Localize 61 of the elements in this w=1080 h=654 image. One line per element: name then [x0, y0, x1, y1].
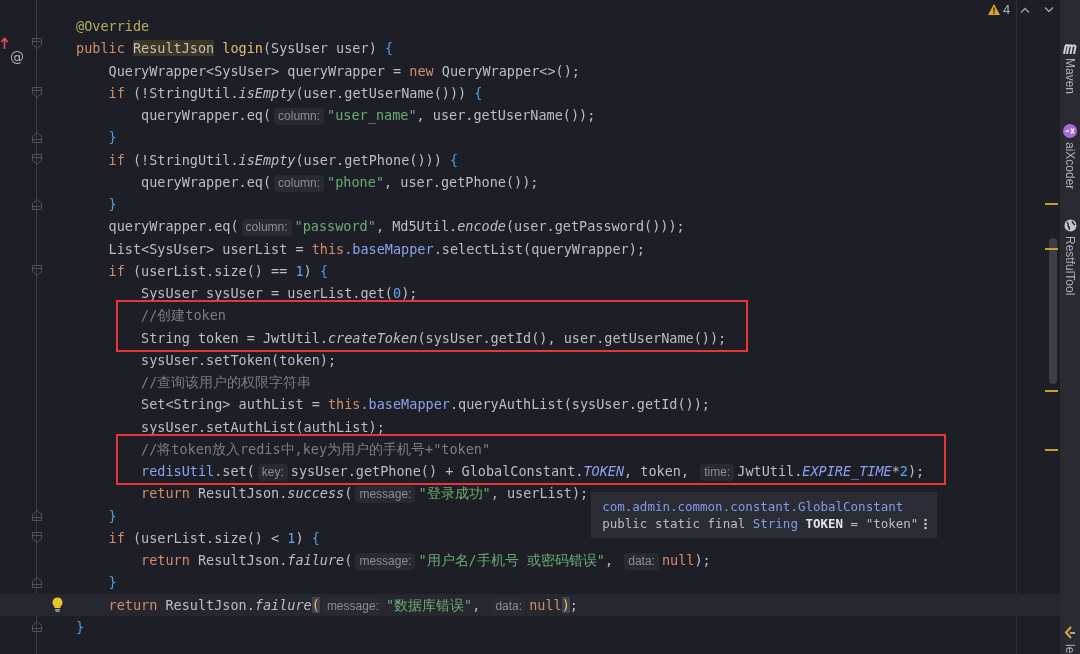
code-line: } — [107, 195, 117, 214]
warning-marker[interactable] — [1045, 248, 1058, 250]
fold-icon[interactable] — [32, 532, 42, 544]
code-line: } — [107, 573, 117, 593]
chevron-down-icon[interactable] — [1044, 6, 1055, 13]
unfold-icon[interactable] — [32, 621, 42, 633]
scrollbar-thumb[interactable] — [1049, 238, 1057, 384]
fold-icon[interactable] — [32, 37, 42, 49]
code-line: List<SysUser> userList = this.baseMapper.selectList(queryWrapper); — [107, 239, 645, 259]
tool-window-tab[interactable]: aiXcoder — [1063, 142, 1077, 190]
code-line: //创建token — [140, 306, 226, 326]
tool-window-tab[interactable]: le — [1063, 643, 1077, 653]
code-line: public ResultJson login(SysUser user) { — [76, 39, 394, 59]
unfold-icon[interactable] — [32, 131, 42, 143]
declaration-text: public static final String TOKEN = "token" — [602, 515, 919, 533]
code-line: sysUser.setAuthList(authList); — [140, 417, 385, 437]
code-line: if (!StringUtil.isEmpty(user.getPhone())) { — [107, 150, 459, 170]
code-line: queryWrapper.eq( column: "password", Md5Util.encode(user.getPassword())); — [107, 217, 685, 238]
code-line: queryWrapper.eq( column: "user_name", user.getUserName()); — [140, 106, 596, 127]
code-line: if (!StringUtil.isEmpty(user.getUserName())) { — [107, 83, 483, 103]
code-line: } — [107, 506, 117, 526]
code-line: //查询该用户的权限字符串 — [140, 373, 312, 392]
code-line: return ResultJson.success( message: "登录成功", userList); — [140, 484, 589, 505]
code-line: SysUser sysUser = userList.get(0); — [140, 284, 418, 303]
class-path-text: com.admin.common.constant.GlobalConstant — [602, 498, 905, 516]
code-line: //将token放入redis中,key为用户的手机号+"token" — [140, 439, 491, 459]
fold-icon[interactable] — [32, 87, 42, 99]
more-options-icon[interactable] — [924, 517, 928, 530]
tool-window-tab[interactable]: RestfulTool — [1063, 236, 1077, 296]
unfold-icon[interactable] — [32, 576, 42, 588]
arches-icon — [1063, 44, 1077, 54]
warning-marker[interactable] — [1045, 203, 1058, 205]
code-line: } — [107, 128, 117, 148]
warning-marker[interactable] — [1045, 390, 1058, 392]
warning-count: 4 — [1003, 2, 1011, 17]
code-line: if (userList.size() == 1) { — [107, 261, 328, 281]
code-line: } — [76, 617, 85, 637]
tool-window-tab[interactable]: Maven — [1063, 58, 1077, 95]
fold-icon[interactable] — [32, 154, 42, 166]
code-line: return ResultJson.failure( message: "数据库错误", data: null); — [107, 595, 578, 616]
lightbulb-icon[interactable] — [52, 597, 63, 613]
circle-logo-icon — [1063, 124, 1077, 139]
unfold-icon[interactable] — [32, 510, 42, 522]
fold-icon[interactable] — [32, 265, 42, 277]
gutter-marker[interactable]: @ — [10, 49, 24, 66]
code-line: queryWrapper.eq( column: "phone", user.getPhone()); — [140, 172, 539, 193]
warning-marker[interactable] — [1045, 449, 1058, 451]
code-line: redisUtil.set( key: sysUser.getPhone() + GlobalConstant.TOKEN, token, time: JwtUtil.EXPIRE_TIME*2); — [140, 462, 925, 483]
up-arrow-icon[interactable] — [1, 37, 8, 50]
unfold-icon[interactable] — [32, 198, 42, 210]
code-line: return ResultJson.failure( message: "用户名/手机号 或密码错误", data: null); — [140, 551, 711, 572]
code-line: String token = JwtUtil.createToken(sysUser.getId(), user.getUserName()); — [140, 328, 727, 348]
code-line: @Override — [76, 17, 150, 36]
globe-icon — [1063, 219, 1077, 233]
code-line: if (userList.size() < 1) { — [107, 528, 320, 548]
code-line: Set<String> authList = this.baseMapper.queryAuthList(sysUser.getId()); — [140, 395, 710, 415]
bracket-logo-icon — [1064, 625, 1076, 640]
chevron-up-icon[interactable] — [1020, 6, 1031, 13]
code-line: QueryWrapper<SysUser> queryWrapper = new QueryWrapper<>(); — [107, 61, 580, 81]
warning-icon[interactable] — [988, 4, 1000, 15]
code-line: sysUser.setToken(token); — [140, 350, 337, 370]
